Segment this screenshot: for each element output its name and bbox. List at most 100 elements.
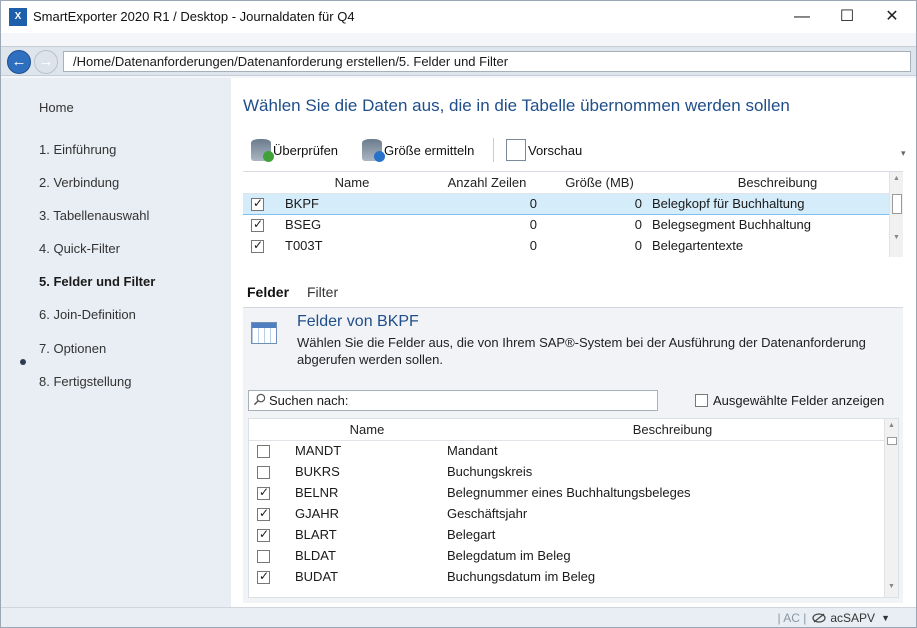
- column-header-field-description[interactable]: Beschreibung: [447, 419, 898, 441]
- arrow-right-icon: →: [38, 53, 54, 70]
- fields-header-row: Name Beschreibung: [249, 419, 898, 441]
- field-description: Belegdatum im Beleg: [447, 548, 571, 563]
- database-info-icon: [362, 139, 385, 162]
- toolbar-overflow-icon[interactable]: ▾: [901, 148, 906, 159]
- scroll-up-icon[interactable]: ▲: [893, 175, 900, 182]
- fields-scrollbar[interactable]: ▲ ▼: [884, 419, 898, 597]
- table-row[interactable]: T003T 0 0 Belegartentexte: [243, 235, 903, 256]
- table-name: T003T: [285, 238, 323, 253]
- check-button[interactable]: Überprüfen: [251, 136, 338, 164]
- sidebar-item-home[interactable]: Home: [39, 100, 74, 115]
- field-row-checkbox[interactable]: [257, 569, 270, 585]
- tables-grid: Name Anzahl Zeilen Größe (MB) Beschreibu…: [243, 171, 903, 257]
- field-row-checkbox[interactable]: [257, 485, 270, 501]
- field-row[interactable]: BELNR Belegnummer eines Buchhaltungsbele…: [249, 482, 898, 503]
- field-name: BELNR: [295, 485, 339, 500]
- table-size: 0: [634, 217, 642, 233]
- sidebar-item-optionen[interactable]: 7. Optionen: [39, 341, 106, 356]
- field-row[interactable]: BUKRS Buchungskreis: [249, 461, 898, 482]
- path-field[interactable]: /Home/Datenanforderungen/Datenanforderun…: [63, 51, 911, 72]
- field-name: MANDT: [295, 443, 342, 459]
- table-size: 0: [547, 192, 652, 215]
- scroll-thumb[interactable]: [887, 437, 897, 445]
- table-row-checkbox[interactable]: [251, 238, 264, 254]
- address-bar: ← → /Home/Datenanforderungen/Datenanford…: [1, 46, 916, 76]
- sidebar-item-quick-filter[interactable]: 4. Quick-Filter: [39, 241, 120, 256]
- search-icon: [253, 393, 266, 406]
- fields-grid: Name Beschreibung MANDT Mandant BUKRS Bu…: [248, 418, 899, 598]
- back-button[interactable]: ←: [7, 50, 31, 74]
- field-row[interactable]: BUDAT Buchungsdatum im Beleg: [249, 566, 898, 587]
- preview-button-label: Vorschau: [528, 142, 583, 158]
- tab-felder[interactable]: Felder: [247, 284, 289, 300]
- column-header-row-count[interactable]: Anzahl Zeilen: [427, 172, 547, 194]
- table-grid-icon: [251, 322, 277, 344]
- fields-panel-title: Felder von BKPF: [297, 313, 419, 330]
- arrow-left-icon: ←: [11, 53, 27, 70]
- table-row[interactable]: BKPF 0 0 Belegkopf für Buchhaltung: [243, 192, 903, 215]
- checkbox-column-header: [249, 419, 287, 441]
- fields-panel-description: Wählen Sie die Felder aus, die von Ihrem…: [297, 335, 866, 367]
- sidebar-item-felder-und-filter[interactable]: 5. Felder und Filter: [39, 274, 155, 289]
- table-row-count: 0: [529, 217, 537, 233]
- fields-panel: Felder von BKPF Wählen Sie die Felder au…: [243, 307, 903, 603]
- field-row-checkbox[interactable]: [257, 445, 270, 459]
- close-button[interactable]: ✕: [870, 1, 914, 33]
- field-row-checkbox[interactable]: [257, 550, 270, 564]
- scroll-up-icon[interactable]: ▲: [888, 422, 895, 429]
- table-size: 0: [634, 238, 642, 253]
- selected-only-toggle[interactable]: Ausgewählte Felder anzeigen: [695, 393, 884, 408]
- table-description: Belegsegment Buchhaltung: [652, 217, 812, 233]
- forward-button[interactable]: →: [34, 50, 58, 74]
- selected-only-checkbox[interactable]: [695, 394, 708, 407]
- table-row[interactable]: BSEG 0 0 Belegsegment Buchhaltung: [243, 214, 903, 235]
- app-window: X SmartExporter 2020 R1 / Desktop - Jour…: [0, 0, 917, 628]
- search-input[interactable]: Suchen nach:: [248, 390, 658, 411]
- table-row-checkbox[interactable]: [251, 196, 264, 212]
- column-header-field-name[interactable]: Name: [287, 419, 447, 441]
- sidebar-item-tabellenauswahl[interactable]: 3. Tabellenauswahl: [39, 208, 149, 223]
- sidebar-item-join-definition[interactable]: 6. Join-Definition: [39, 307, 136, 322]
- field-description: Belegart: [447, 527, 496, 542]
- sidebar-item-verbindung[interactable]: 2. Verbindung: [39, 175, 119, 190]
- preview-button[interactable]: Vorschau: [506, 136, 582, 164]
- window-title: SmartExporter 2020 R1 / Desktop - Journa…: [33, 9, 355, 24]
- column-header-description[interactable]: Beschreibung: [652, 172, 903, 194]
- system-selector[interactable]: | AC | acSAPV ▼: [777, 611, 890, 625]
- tab-filter[interactable]: Filter: [307, 284, 338, 300]
- page-title: Wählen Sie die Daten aus, die in die Tab…: [243, 96, 790, 115]
- field-row[interactable]: MANDT Mandant: [249, 440, 898, 461]
- minimize-button[interactable]: —: [780, 1, 824, 33]
- sidebar-item-einfuehrung[interactable]: 1. Einführung: [39, 142, 116, 157]
- scroll-thumb[interactable]: [892, 194, 902, 214]
- table-description: Belegartentexte: [652, 238, 744, 253]
- system-separator: | AC |: [777, 611, 807, 625]
- field-row[interactable]: BLART Belegart: [249, 524, 898, 545]
- field-description: Mandant: [447, 443, 498, 459]
- field-name: BLART: [295, 527, 337, 542]
- tables-header-row: Name Anzahl Zeilen Größe (MB) Beschreibu…: [243, 172, 903, 194]
- column-header-name[interactable]: Name: [277, 172, 427, 194]
- size-button[interactable]: Größe ermitteln: [362, 136, 474, 164]
- scroll-down-icon[interactable]: ▼: [888, 583, 895, 590]
- maximize-button[interactable]: ☐: [825, 1, 869, 33]
- sidebar-item-fertigstellung[interactable]: 8. Fertigstellung: [39, 374, 132, 389]
- field-row[interactable]: BLDAT Belegdatum im Beleg: [249, 545, 898, 566]
- table-row-checkbox[interactable]: [251, 217, 264, 233]
- field-name: BUKRS: [295, 464, 340, 479]
- tables-scrollbar[interactable]: ▲ ▼: [889, 172, 903, 257]
- field-description: Buchungsdatum im Beleg: [447, 569, 596, 584]
- field-description: Buchungskreis: [447, 464, 533, 479]
- column-header-size[interactable]: Größe (MB): [547, 172, 652, 194]
- search-placeholder: Suchen nach:: [269, 393, 349, 408]
- field-row[interactable]: GJAHR Geschäftsjahr: [249, 503, 898, 524]
- table-name: BSEG: [285, 217, 322, 233]
- field-row-checkbox[interactable]: [257, 466, 270, 480]
- selected-only-label: Ausgewählte Felder anzeigen: [713, 393, 885, 408]
- field-name: GJAHR: [295, 506, 340, 521]
- dropdown-arrow-icon[interactable]: ▼: [881, 613, 890, 623]
- field-row-checkbox[interactable]: [257, 527, 270, 543]
- checkbox-column-header: [243, 172, 277, 194]
- field-row-checkbox[interactable]: [257, 506, 270, 522]
- scroll-down-icon[interactable]: ▼: [893, 234, 900, 241]
